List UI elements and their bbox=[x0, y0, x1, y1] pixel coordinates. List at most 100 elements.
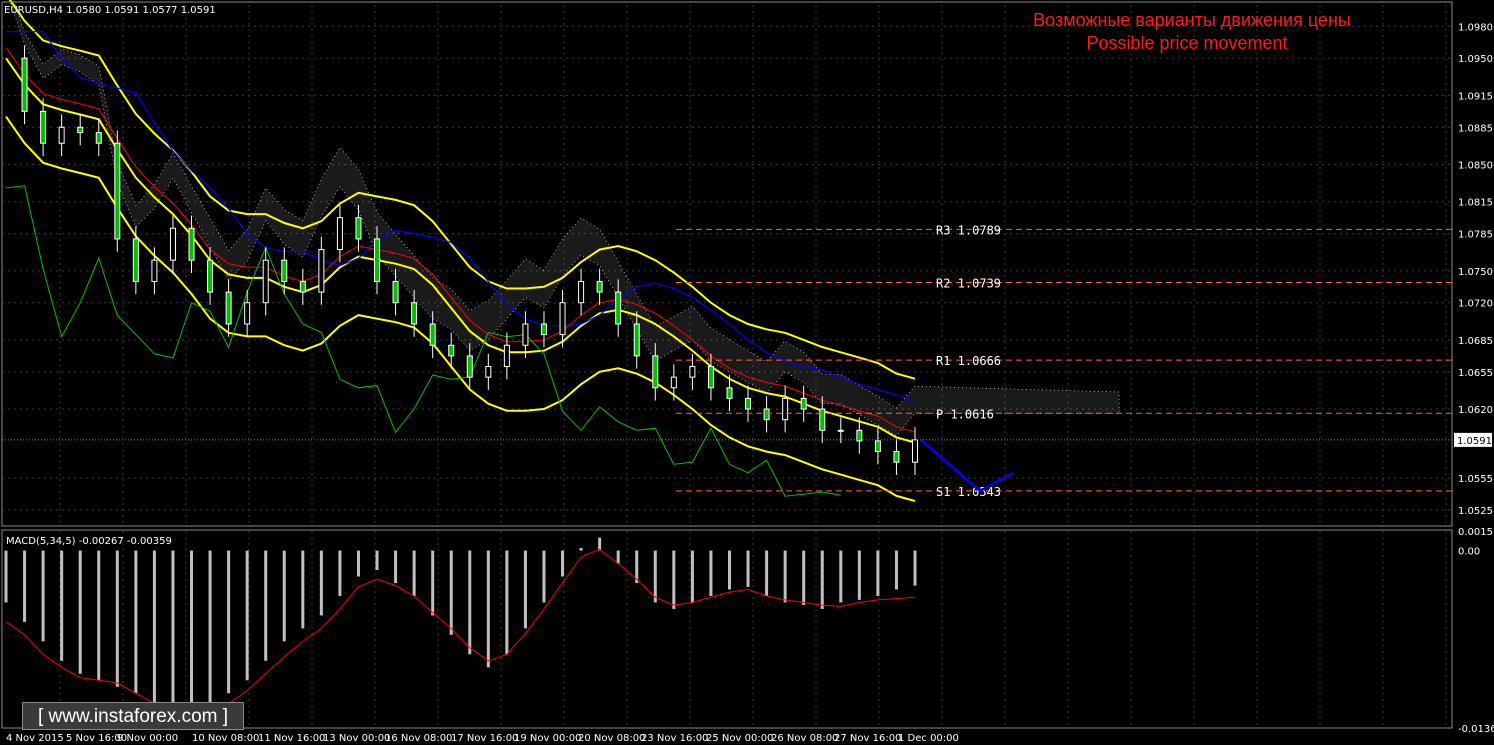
candle-body bbox=[114, 142, 121, 240]
price-axis-label: 1.0915 bbox=[1458, 91, 1493, 102]
macd-bar bbox=[41, 550, 45, 642]
candle-body bbox=[652, 355, 659, 389]
price-axis-label: 1.0785 bbox=[1458, 230, 1493, 241]
time-axis-label: 4 Nov 2015 bbox=[6, 733, 64, 744]
macd-signal-line bbox=[5, 548, 916, 718]
candle-body bbox=[578, 280, 585, 304]
time-axis-label: 19 Nov 00:00 bbox=[514, 733, 581, 744]
candle-body bbox=[169, 227, 176, 261]
macd-bar bbox=[338, 550, 342, 596]
candle-body bbox=[299, 280, 306, 293]
candle-body bbox=[77, 126, 84, 134]
level-label-p: P 1.0616 bbox=[936, 407, 994, 421]
macd-bar bbox=[23, 550, 27, 622]
macd-panel-frame bbox=[1, 529, 1453, 729]
macd-axis-label: 0.00 bbox=[1458, 547, 1480, 558]
time-axis-label: 23 Nov 16:00 bbox=[641, 733, 708, 744]
candle-body bbox=[707, 366, 714, 389]
candle-body bbox=[281, 259, 288, 282]
time-axis-label: 16 Nov 08:00 bbox=[385, 733, 452, 744]
price-axis-label: 1.0555 bbox=[1458, 474, 1493, 485]
candle-body bbox=[522, 323, 529, 346]
candle-body bbox=[912, 439, 918, 463]
current-price-label: 1.0591 bbox=[1457, 436, 1492, 447]
macd-bar bbox=[356, 550, 360, 577]
forex-chart[interactable]: R3 1.0789 R2 1.0739 R1 1.0666 P 1.0616 S1 1.… bbox=[0, 0, 1494, 745]
macd-bar bbox=[319, 550, 323, 616]
macd-bar bbox=[4, 550, 8, 603]
candle-body bbox=[559, 302, 566, 336]
price-axis-label: 1.0750 bbox=[1458, 267, 1493, 278]
price-axis-label: 1.0885 bbox=[1458, 123, 1493, 134]
macd-bar bbox=[78, 550, 82, 674]
time-axis-label: 27 Nov 16:00 bbox=[834, 733, 901, 744]
candle-body bbox=[95, 132, 102, 144]
price-axis-label: 1.0980 bbox=[1458, 22, 1493, 33]
macd-bar bbox=[616, 550, 620, 564]
macd-bar bbox=[97, 550, 101, 681]
candle-body bbox=[40, 110, 47, 144]
time-axis-label: 17 Nov 16:00 bbox=[451, 733, 518, 744]
macd-bar bbox=[486, 550, 490, 668]
symbol-header: EURUSD,H4 1.0580 1.0591 1.0577 1.0591 bbox=[4, 5, 216, 16]
macd-bar bbox=[727, 550, 731, 590]
macd-bar bbox=[672, 550, 676, 609]
candle-body bbox=[207, 259, 214, 293]
macd-bar bbox=[579, 547, 583, 551]
macd-bar bbox=[245, 550, 249, 681]
time-axis-label: 9 Nov 00:00 bbox=[117, 733, 178, 744]
candle-body bbox=[745, 397, 752, 410]
macd-axis-label: -0.01368 bbox=[1458, 724, 1494, 735]
candle-body bbox=[411, 302, 418, 325]
candle-body bbox=[485, 366, 492, 378]
macd-bar bbox=[431, 550, 435, 616]
macd-bar bbox=[523, 550, 527, 629]
macd-bar bbox=[190, 550, 194, 720]
candle-body bbox=[429, 323, 436, 346]
candle-body bbox=[58, 126, 65, 144]
macd-axis-label: 0.00151 bbox=[1458, 527, 1494, 538]
macd-bar bbox=[857, 550, 861, 600]
macd-bar bbox=[134, 550, 138, 694]
price-axis-label: 1.0620 bbox=[1458, 405, 1493, 416]
macd-bar bbox=[60, 550, 64, 661]
macd-bar bbox=[227, 550, 231, 694]
price-axis-label: 1.0950 bbox=[1458, 54, 1493, 65]
time-axis-label: 20 Nov 08:00 bbox=[578, 733, 645, 744]
macd-bar bbox=[802, 550, 806, 606]
candle-body bbox=[21, 57, 28, 112]
forecast-path bbox=[920, 438, 1014, 493]
macd-bar bbox=[709, 550, 713, 596]
macd-bar bbox=[468, 550, 472, 655]
level-label-s1: S1 1.0543 bbox=[936, 485, 1001, 499]
macd-bar bbox=[653, 550, 657, 603]
indicator-lines bbox=[5, 0, 916, 502]
macd-bar bbox=[783, 550, 787, 603]
price-axis-label: 1.0685 bbox=[1458, 336, 1493, 347]
candle-body bbox=[800, 397, 807, 410]
candle-body bbox=[151, 259, 158, 282]
macd-bar bbox=[264, 550, 268, 661]
candle-body bbox=[132, 238, 139, 282]
price-axis-label: 1.0850 bbox=[1458, 160, 1493, 171]
candle-body bbox=[615, 291, 622, 325]
forecast-line bbox=[920, 438, 1014, 493]
watermark-logo: [ www.instaforex.com ] bbox=[22, 702, 244, 730]
time-axis-label: 1 Dec 00:00 bbox=[898, 733, 959, 744]
time-axis-label: 13 Nov 00:00 bbox=[323, 733, 390, 744]
time-axis-label: 11 Nov 16:00 bbox=[258, 733, 325, 744]
candle-body bbox=[355, 217, 362, 240]
candle-body bbox=[856, 429, 863, 442]
price-axis-label: 1.0655 bbox=[1458, 368, 1493, 379]
candle-body bbox=[392, 280, 399, 304]
candle-body bbox=[893, 451, 900, 463]
candle-body bbox=[336, 217, 343, 251]
price-axis-label: 1.0525 bbox=[1458, 506, 1493, 517]
candle-body bbox=[782, 397, 789, 421]
macd-bar bbox=[282, 550, 286, 642]
price-axis-label: 1.0815 bbox=[1458, 198, 1493, 209]
forecast-title-en: Possible price movement bbox=[1086, 33, 1287, 53]
level-label-r1: R1 1.0666 bbox=[936, 354, 1001, 368]
candle-body bbox=[374, 238, 381, 282]
candle-body bbox=[633, 323, 640, 357]
